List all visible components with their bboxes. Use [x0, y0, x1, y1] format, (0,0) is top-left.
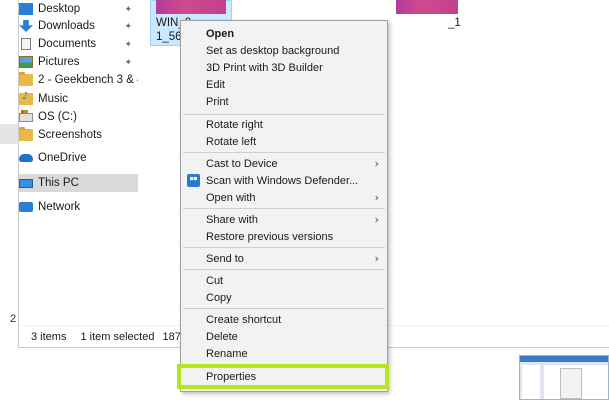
menu-separator: [183, 269, 385, 270]
menu-item-label: Open with: [206, 191, 256, 204]
nav-item-label: OneDrive: [38, 152, 87, 164]
menu-separator: [183, 208, 385, 209]
menu-separator: [183, 114, 385, 115]
menu-item-cut[interactable]: Cut: [181, 272, 387, 289]
this-pc-icon: [19, 178, 33, 188]
pictures-icon: [19, 56, 33, 68]
navigation-pane: Desktop ✦ Downloads ✦ Documents ✦ Pictur…: [19, 0, 138, 325]
menu-item-label: Set as desktop background: [206, 44, 340, 57]
pin-icon: ✦: [124, 3, 132, 14]
nav-item-downloads[interactable]: Downloads ✦: [19, 17, 138, 35]
file-name-label: _1: [448, 17, 461, 29]
menu-item-label: Copy: [206, 291, 232, 304]
menu-item-rename[interactable]: Rename: [181, 345, 387, 362]
nav-item-label: OS (C:): [38, 111, 77, 123]
downloads-icon: [19, 20, 33, 32]
properties-highlight-box: [177, 364, 389, 389]
windows-defender-icon: [187, 174, 200, 187]
preview-sidebar: [522, 365, 540, 399]
nav-item-documents[interactable]: Documents ✦: [19, 35, 138, 53]
outer-selection-strip: [0, 124, 18, 144]
menu-item-label: Rename: [206, 347, 248, 360]
nav-item-music[interactable]: Music: [19, 90, 138, 108]
menu-item-scan-defender[interactable]: Scan with Windows Defender...: [181, 172, 387, 189]
submenu-arrow-icon: ›: [374, 252, 379, 265]
menu-item-copy[interactable]: Copy: [181, 289, 387, 306]
music-icon: [19, 91, 33, 105]
menu-item-label: Cut: [206, 274, 224, 287]
menu-item-label: Cast to Device: [206, 157, 278, 170]
preview-titlebar: [520, 356, 608, 362]
items-count: 3 items: [31, 331, 67, 343]
menu-separator: [183, 152, 385, 153]
pin-icon: ✦: [124, 38, 132, 49]
documents-icon: [21, 38, 31, 50]
nav-item-label: 2 - Geekbench 3 & 4: [38, 74, 138, 86]
nav-item-label: Network: [38, 201, 81, 213]
menu-item-label: Open: [206, 27, 235, 40]
nav-item-label: Desktop: [38, 3, 81, 15]
file-thumbnail[interactable]: [396, 0, 458, 14]
menu-item-label: 3D Print with 3D Builder: [206, 61, 323, 74]
menu-item-label: Rotate right: [206, 118, 263, 131]
submenu-arrow-icon: ›: [374, 191, 379, 204]
nav-item-label: Documents: [38, 38, 97, 50]
nav-item-onedrive[interactable]: OneDrive: [19, 149, 138, 167]
menu-item-label: Scan with Windows Defender...: [206, 174, 359, 187]
menu-item-restore-versions[interactable]: Restore previous versions: [181, 228, 387, 245]
pin-icon: ✦: [124, 20, 132, 31]
nav-item-screenshots[interactable]: Screenshots: [19, 126, 138, 144]
menu-item-print[interactable]: Print: [181, 93, 387, 110]
submenu-arrow-icon: ›: [374, 157, 379, 170]
menu-item-label: Restore previous versions: [206, 230, 334, 243]
menu-item-share-with[interactable]: Share with ›: [181, 211, 387, 228]
partial-count-label: 2: [10, 313, 17, 325]
onedrive-icon: [19, 154, 33, 162]
nav-item-desktop[interactable]: Desktop ✦: [19, 0, 138, 18]
menu-item-label: Edit: [206, 78, 225, 91]
menu-item-rotate-left[interactable]: Rotate left: [181, 133, 387, 150]
menu-item-delete[interactable]: Delete: [181, 328, 387, 345]
menu-item-label: Create shortcut: [206, 313, 282, 326]
file-thumbnail[interactable]: [156, 0, 226, 14]
menu-item-set-desktop-background[interactable]: Set as desktop background: [181, 42, 387, 59]
nav-item-label: Downloads: [38, 20, 95, 32]
nav-item-os-c[interactable]: OS (C:): [19, 108, 138, 126]
context-menu: Open Set as desktop background 3D Print …: [180, 20, 388, 392]
menu-item-edit[interactable]: Edit: [181, 76, 387, 93]
menu-item-create-shortcut[interactable]: Create shortcut: [181, 311, 387, 328]
folder-icon: [19, 72, 33, 86]
menu-item-cast-to-device[interactable]: Cast to Device ›: [181, 155, 387, 172]
nav-item-label: Music: [38, 93, 69, 105]
menu-item-open-with[interactable]: Open with ›: [181, 189, 387, 206]
menu-item-3d-print[interactable]: 3D Print with 3D Builder: [181, 59, 387, 76]
submenu-arrow-icon: ›: [374, 213, 379, 226]
menu-item-label: Send to: [206, 252, 244, 265]
menu-item-label: Print: [206, 95, 229, 108]
menu-item-rotate-right[interactable]: Rotate right: [181, 116, 387, 133]
menu-item-send-to[interactable]: Send to ›: [181, 250, 387, 267]
nav-item-label: Screenshots: [38, 129, 102, 141]
menu-separator: [183, 247, 385, 248]
selection-count: 1 item selected: [80, 331, 155, 343]
menu-item-label: Delete: [206, 330, 238, 343]
folder-icon: [19, 127, 33, 141]
nav-item-this-pc[interactable]: This PC: [19, 174, 138, 192]
nav-item-label: Pictures: [38, 56, 80, 68]
network-icon: [19, 202, 33, 212]
menu-item-label: Share with: [206, 213, 258, 226]
desktop-icon: [19, 3, 33, 15]
nav-item-network[interactable]: Network: [19, 198, 138, 216]
nav-item-label: This PC: [38, 177, 79, 189]
nav-item-geekbench[interactable]: 2 - Geekbench 3 & 4: [19, 71, 138, 89]
menu-separator: [183, 308, 385, 309]
pin-icon: ✦: [124, 56, 132, 67]
menu-item-label: Rotate left: [206, 135, 257, 148]
window-preview-thumbnail[interactable]: [519, 355, 609, 400]
nav-item-pictures[interactable]: Pictures ✦: [19, 53, 138, 71]
drive-icon: [19, 109, 33, 122]
preview-menu: [560, 368, 582, 399]
menu-item-open[interactable]: Open: [181, 25, 387, 42]
